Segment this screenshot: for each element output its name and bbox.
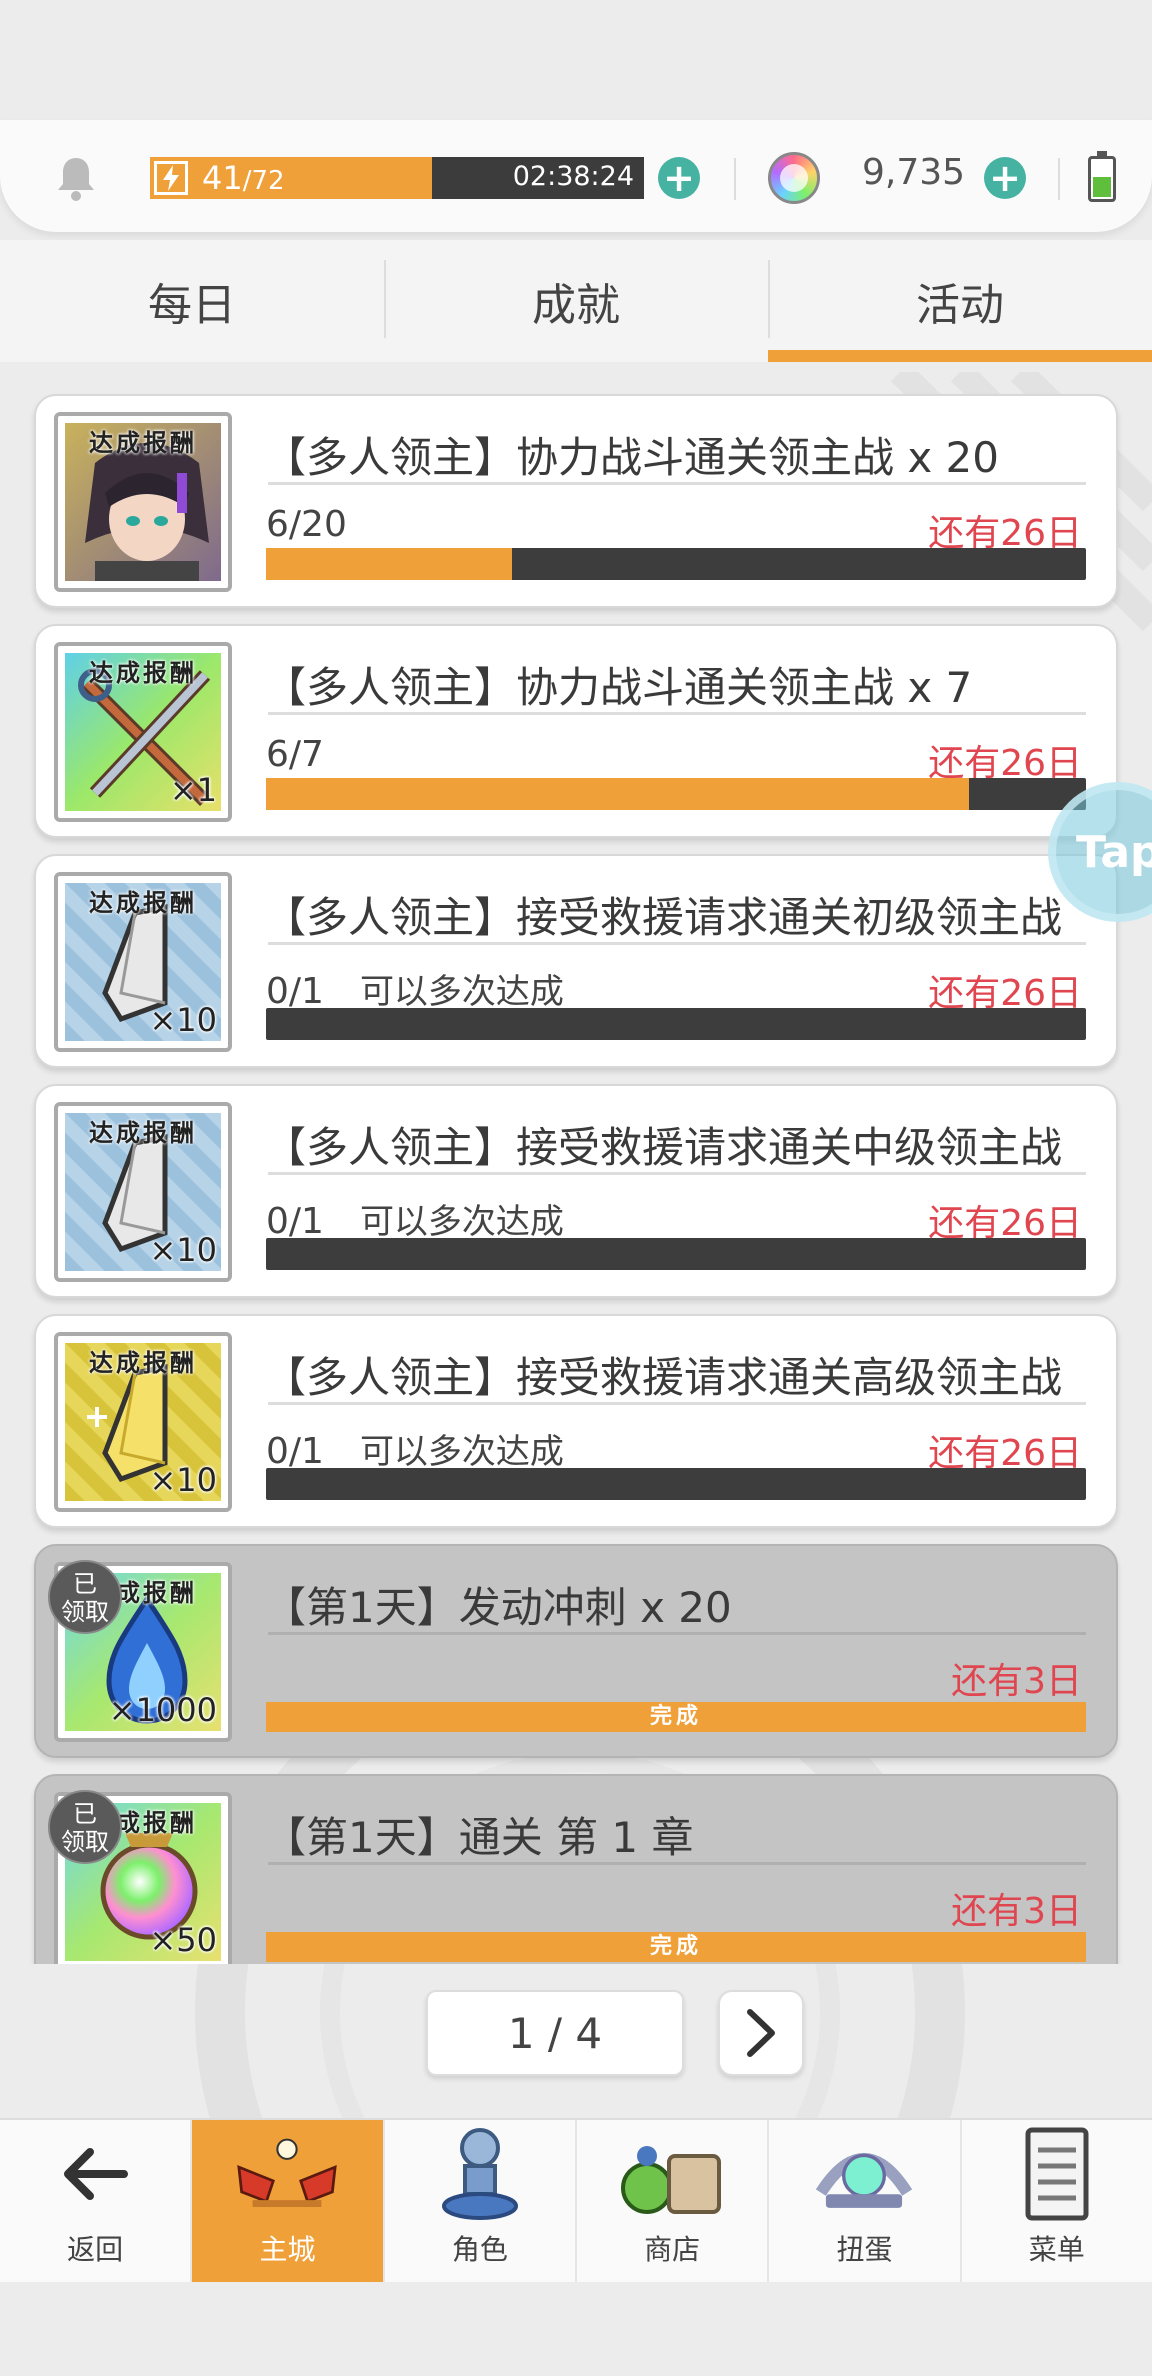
progress-bar <box>266 1468 1086 1500</box>
rainbow-gem-icon <box>768 152 820 204</box>
reward-tag: 达成报酬 <box>89 1349 197 1377</box>
tab-daily[interactable]: 每日 <box>0 240 384 362</box>
nav-label: 主城 <box>259 2233 316 2266</box>
reward-box[interactable]: 达成报酬 ×10 <box>54 1102 232 1282</box>
task-card-completed[interactable]: 达成报酬 ×50 已领取 【第1天】通关 第 1 章 还有3日 完成 <box>34 1774 1118 1964</box>
nav-gacha[interactable]: 扭蛋 <box>767 2120 959 2282</box>
back-arrow-icon <box>40 2126 150 2222</box>
divider <box>268 1172 1086 1175</box>
divider <box>734 158 736 200</box>
task-title: 【多人领主】协力战斗通关领主战 x 20 <box>264 433 1000 482</box>
add-stamina-plus-icon[interactable]: + <box>658 157 700 199</box>
claimed-badge: 已领取 <box>48 1790 122 1864</box>
task-progress: 0/1 可以多次达成 <box>266 1431 564 1472</box>
nav-shop[interactable]: 商店 <box>574 2120 767 2282</box>
divider <box>1058 158 1060 200</box>
nav-label: 角色 <box>451 2233 508 2266</box>
lightning-icon <box>154 161 188 195</box>
stamina-timer: 02:38:24 <box>512 161 634 192</box>
reward-count: ×10 <box>149 1231 217 1269</box>
battery-icon <box>1088 151 1116 202</box>
task-progress: 0/1 可以多次达成 <box>266 1201 564 1242</box>
menu-list-icon <box>1002 2126 1112 2222</box>
progress-bar <box>266 1238 1086 1270</box>
bottom-nav: 返回 主城 角色 商店 扭蛋 菜单 <box>0 2118 1152 2282</box>
tab-achievements[interactable]: 成就 <box>384 240 768 362</box>
task-title: 【多人领主】协力战斗通关领主战 x 7 <box>264 663 973 712</box>
claimed-badge: 已领取 <box>48 1560 122 1634</box>
divider <box>268 712 1086 715</box>
nav-label: 返回 <box>67 2233 124 2266</box>
reward-box[interactable]: 达成报酬 <box>54 412 232 592</box>
task-progress: 0/1 可以多次达成 <box>266 971 564 1012</box>
gacha-icon <box>809 2126 919 2222</box>
task-card[interactable]: 达成报酬 ×10 【多人领主】接受救援请求通关中级领主战 0/1 可以多次达成 还… <box>34 1084 1118 1298</box>
tab-bar: 每日 成就 活动 <box>0 240 1152 362</box>
time-remaining: 还有3日 <box>951 1661 1082 1702</box>
reward-box[interactable]: 达成报酬 ×1 <box>54 642 232 822</box>
nav-label: 扭蛋 <box>836 2233 893 2266</box>
task-card[interactable]: 达成报酬 ×10 【多人领主】接受救援请求通关高级领主战 0/1 可以多次达成 还… <box>34 1314 1118 1528</box>
progress-bar <box>266 778 1086 810</box>
reward-count: ×10 <box>149 1001 217 1039</box>
task-card[interactable]: 达成报酬 ×1 【多人领主】协力战斗通关领主战 x 7 6/7 还有26日 <box>34 624 1118 838</box>
completed-bar: 完成 <box>266 1932 1086 1962</box>
divider <box>268 1862 1086 1865</box>
reward-count: ×1000 <box>108 1691 217 1729</box>
progress-bar <box>266 1008 1086 1040</box>
progress-fill <box>266 548 512 580</box>
reward-count: ×50 <box>149 1921 217 1959</box>
nav-menu[interactable]: 菜单 <box>959 2120 1152 2282</box>
time-remaining: 还有3日 <box>951 1891 1082 1932</box>
divider <box>268 1632 1086 1635</box>
task-title: 【多人领主】接受救援请求通关中级领主战 <box>264 1123 1063 1172</box>
stamina-fill <box>150 157 432 199</box>
stamina-value: 41/72 <box>202 159 285 197</box>
nav-back[interactable]: 返回 <box>0 2120 190 2282</box>
reward-tag: 达成报酬 <box>89 429 197 457</box>
character-statue-icon <box>425 2126 535 2222</box>
nav-main-city[interactable]: 主城 <box>190 2120 383 2282</box>
task-card[interactable]: 达成报酬 ×10 【多人领主】接受救援请求通关初级领主战 0/1 可以多次达成 还… <box>34 854 1118 1068</box>
divider <box>268 1402 1086 1405</box>
task-progress: 6/7 <box>266 734 324 775</box>
add-gem-plus-icon[interactable]: + <box>984 157 1026 199</box>
task-title: 【多人领主】接受救援请求通关初级领主战 <box>264 893 1063 942</box>
nav-label: 菜单 <box>1028 2233 1085 2266</box>
task-list[interactable]: 达成报酬 【多人领主】协力战斗通关领主战 x 20 6/20 还有26日 达成报… <box>0 372 1152 1964</box>
status-bar: 41/72 02:38:24 + 9,735 + <box>0 120 1152 232</box>
reward-tag: 达成报酬 <box>89 1119 197 1147</box>
nav-character[interactable]: 角色 <box>382 2120 575 2282</box>
task-title: 【第1天】通关 第 1 章 <box>264 1813 694 1862</box>
task-title: 【多人领主】接受救援请求通关高级领主战 <box>264 1353 1063 1402</box>
reward-count: ×1 <box>169 771 217 809</box>
progress-bar <box>266 548 1086 580</box>
tab-events[interactable]: 活动 <box>768 240 1152 362</box>
completed-bar: 完成 <box>266 1702 1086 1732</box>
reward-tag: 达成报酬 <box>89 659 197 687</box>
progress-fill <box>266 778 969 810</box>
shop-bag-icon <box>617 2126 727 2222</box>
task-card-completed[interactable]: 达成报酬 ×1000 已领取 【第1天】发动冲刺 x 20 还有3日 完成 <box>34 1544 1118 1758</box>
page-indicator: 1 / 4 <box>426 1990 684 2076</box>
next-page-button[interactable] <box>718 1990 804 2076</box>
stamina-bar: 41/72 02:38:24 <box>150 157 644 199</box>
task-card[interactable]: 达成报酬 【多人领主】协力战斗通关领主战 x 20 6/20 还有26日 <box>34 394 1118 608</box>
reward-count: ×10 <box>149 1461 217 1499</box>
chevron-right-icon <box>747 2009 775 2057</box>
divider <box>268 482 1086 485</box>
castle-icon <box>232 2126 342 2222</box>
task-progress: 6/20 <box>266 504 347 545</box>
divider <box>268 942 1086 945</box>
reward-box[interactable]: 达成报酬 ×10 <box>54 1332 232 1512</box>
nav-label: 商店 <box>644 2233 701 2266</box>
reward-box[interactable]: 达成报酬 ×10 <box>54 872 232 1052</box>
bell-icon[interactable] <box>54 154 98 202</box>
gem-count: 9,735 <box>862 152 966 193</box>
task-title: 【第1天】发动冲刺 x 20 <box>264 1583 732 1632</box>
reward-tag: 达成报酬 <box>89 889 197 917</box>
system-nav-area <box>0 2282 1152 2376</box>
